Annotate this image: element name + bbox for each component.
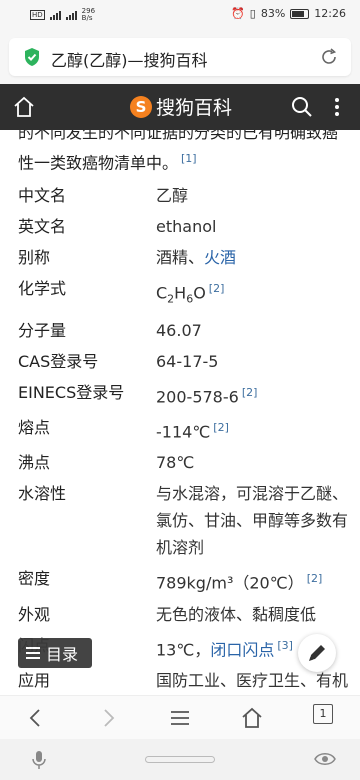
search-icon[interactable] — [290, 95, 314, 119]
reference-link[interactable]: [2] — [209, 282, 225, 295]
intro-paragraph: 的不同发生的不同证据的分类的已有明确致癌性一类致癌物清单中。 [1] — [18, 130, 339, 173]
article-content: 的不同发生的不同证据的分类的已有明确致癌性一类致癌物清单中。 [1] 中文名 乙醇… — [0, 130, 360, 695]
microphone-icon[interactable] — [28, 749, 50, 771]
reference-link[interactable]: [1] — [181, 152, 197, 165]
site-header: S 搜狗百科 — [0, 84, 360, 130]
info-row-molecular-weight: 分子量 46.07 — [18, 320, 202, 340]
eye-icon[interactable] — [314, 751, 336, 767]
address-bar[interactable]: 乙醇(乙醇)—搜狗百科 — [9, 38, 351, 76]
menu-icon — [26, 644, 40, 662]
vibrate-icon: ▯ — [249, 7, 256, 20]
alarm-icon: ⏰ — [231, 7, 245, 20]
sogou-baike-logo[interactable]: S 搜狗百科 — [130, 93, 232, 120]
signal-icon — [49, 10, 61, 20]
forward-icon[interactable] — [96, 706, 120, 730]
info-row-solubility: 水溶性 与水混溶，可混溶于乙醚、氯仿、甘油、甲醇等多数有机溶剂 — [18, 484, 349, 558]
signal-icon-2 — [65, 10, 77, 20]
status-bar: HD 296 B/s ⏰ ▯ 83% 12:26 — [0, 0, 360, 30]
status-left: HD 296 B/s — [30, 8, 95, 22]
reference-link[interactable]: [2] — [213, 421, 229, 434]
status-right: ⏰ ▯ 83% 12:26 — [231, 7, 346, 20]
system-nav-bar — [0, 739, 360, 780]
toc-button[interactable]: 目录 — [18, 638, 92, 668]
info-row-appearance: 外观 无色的液体、黏稠度低 — [18, 604, 317, 624]
info-row-boiling-point: 沸点 78℃ — [18, 453, 195, 473]
home-gesture-bar[interactable] — [145, 756, 215, 763]
back-icon[interactable] — [24, 706, 48, 730]
reference-link[interactable]: [2] — [307, 572, 323, 585]
info-row-einecs: EINECS登录号 200-578-6 [2] — [18, 382, 258, 406]
alias-link[interactable]: 火酒 — [204, 248, 236, 267]
net-speed: 296 B/s — [81, 7, 96, 22]
info-row-melting-point: 熔点 -114℃ [2] — [18, 417, 229, 442]
toc-label: 目录 — [46, 645, 79, 664]
page-title: 乙醇(乙醇)—搜狗百科 — [51, 51, 208, 70]
address-bar-area: 乙醇(乙醇)—搜狗百科 — [0, 30, 360, 84]
reference-link[interactable]: [3] — [277, 639, 293, 652]
info-row-cas: CAS登录号 64-17-5 — [18, 351, 219, 371]
logo-text: 搜狗百科 — [156, 97, 233, 119]
home-nav-icon[interactable] — [240, 706, 264, 730]
menu-icon[interactable] — [168, 706, 192, 730]
hd-icon: HD — [30, 10, 45, 20]
info-row-chinese-name: 中文名 乙醇 — [18, 186, 189, 205]
pencil-icon — [309, 645, 325, 661]
sogou-logo-icon: S — [130, 95, 152, 118]
battery-icon — [290, 8, 310, 19]
info-row-alias: 别称 酒精、火酒 — [18, 248, 237, 267]
reload-icon[interactable] — [319, 47, 339, 67]
browser-bottom-nav: 1 — [0, 695, 360, 740]
clock: 12:26 — [314, 7, 346, 20]
info-row-formula: 化学式 C2H6O [2] — [18, 279, 225, 306]
reference-link[interactable]: [2] — [242, 386, 258, 399]
flash-point-link[interactable]: 闭口闪点 — [210, 640, 274, 659]
battery-percent: 83% — [260, 7, 286, 20]
home-icon[interactable] — [12, 95, 36, 119]
secure-shield-icon — [25, 48, 39, 66]
info-row-english-name: 英文名 ethanol — [18, 217, 217, 236]
tabs-button[interactable]: 1 — [313, 704, 333, 724]
info-table: 中文名 乙醇 英文名 ethanol 别称 酒精、火酒 化学式 C2H6O [2]… — [18, 182, 350, 695]
edit-button[interactable] — [298, 634, 336, 672]
more-icon[interactable] — [328, 95, 346, 119]
info-row-density: 密度 789kg/m³（20℃） [2] — [18, 569, 323, 593]
